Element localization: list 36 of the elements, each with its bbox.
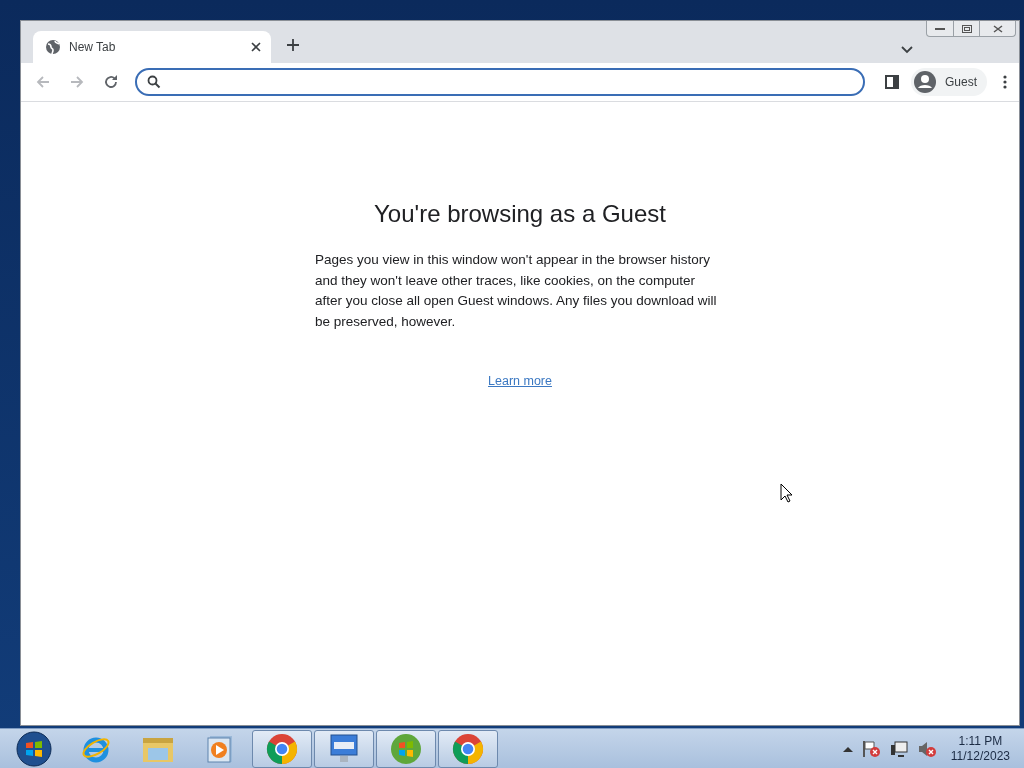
side-panel-icon	[885, 75, 899, 89]
back-arrow-icon	[35, 74, 51, 90]
taskbar-button[interactable]	[252, 729, 312, 768]
network-icon[interactable]	[888, 739, 909, 758]
more-vertical-icon	[1003, 75, 1007, 89]
chevron-down-icon	[901, 46, 913, 54]
show-hidden-icons-icon[interactable]	[842, 745, 853, 752]
speaker-muted-icon[interactable]	[916, 739, 937, 758]
search-icon	[147, 75, 161, 89]
clock[interactable]: 1:11 PM 11/12/2023	[950, 733, 1010, 764]
globe-icon	[45, 39, 61, 55]
taskbar-button[interactable]	[438, 729, 498, 768]
close-icon	[992, 24, 1003, 33]
chrome-logo-icon	[452, 732, 484, 765]
browser-tab[interactable]: New Tab	[33, 31, 271, 63]
side-panel-button[interactable]	[885, 75, 899, 89]
flag-error-icon[interactable]	[860, 739, 881, 758]
taskbar-button[interactable]	[314, 729, 374, 768]
page-heading: You're browsing as a Guest	[374, 200, 666, 228]
cursor-icon	[780, 483, 793, 503]
guest-description: Pages you view in this window won't appear in the browser history and they won't leave other traces, like cookies, on the computer after you close all open Guest windows. Any files you download will be preserved, however.	[315, 251, 718, 331]
windows-logo-icon	[390, 732, 422, 765]
plus-icon	[286, 38, 300, 52]
learn-more-link[interactable]: Learn more	[488, 374, 552, 388]
restore-icon	[961, 24, 972, 33]
play-icon	[207, 734, 233, 763]
reload-icon	[103, 74, 119, 90]
close-tab-icon[interactable]	[251, 42, 261, 52]
forward-arrow-icon	[69, 74, 85, 90]
chrome-logo-icon	[266, 732, 298, 765]
address-bar[interactable]	[135, 68, 865, 96]
avatar-icon	[913, 70, 937, 94]
start-orb-icon	[16, 730, 52, 767]
tab-search-button[interactable]	[901, 46, 913, 54]
profile-button[interactable]: Guest	[911, 68, 987, 96]
taskbar-button[interactable]	[376, 729, 436, 768]
